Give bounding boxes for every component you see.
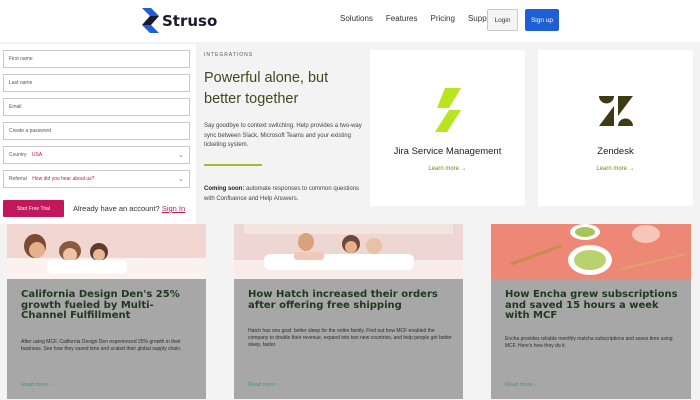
case-study-description: After using MCF, California Design Den e… [21, 339, 182, 352]
family-bed-photo [7, 224, 206, 279]
read-more-link[interactable]: Read more › [505, 382, 536, 388]
case-study-body: California Design Den's 25% growth fuele… [7, 279, 206, 399]
signup-form: First name Last name Email Create a pass… [0, 44, 196, 224]
referral-value: How did you hear about us? [32, 176, 95, 182]
account-prompt-text: Already have an account? [73, 204, 160, 213]
nav-solutions[interactable]: Solutions [340, 14, 373, 23]
signin-link[interactable]: Sign In [162, 204, 185, 213]
matcha-photo [491, 224, 691, 279]
nav-pricing[interactable]: Pricing [431, 14, 455, 23]
case-study-body: How Encha grew subscriptions and saved 1… [491, 279, 691, 399]
section-paragraph: Say goodbye to context switching. Help p… [204, 123, 362, 148]
case-study-card[interactable]: California Design Den's 25% growth fuele… [7, 224, 206, 399]
nav-features[interactable]: Features [386, 14, 418, 23]
jira-icon [370, 88, 525, 132]
signup-button[interactable]: Sign up [525, 9, 559, 31]
case-study-title: California Design Den's 25% growth fuele… [21, 289, 180, 321]
main-nav: Solutions Features Pricing Support [340, 14, 509, 23]
logo-text: Struso [162, 12, 218, 30]
coming-soon-label: Coming soon: [204, 186, 245, 192]
signin-prompt: Already have an account? Sign In [73, 204, 185, 213]
accent-divider [204, 164, 262, 166]
referral-select[interactable]: Referral How did you hear about us? ⌄ [3, 170, 190, 188]
learn-more-link[interactable]: Learn more → [538, 166, 693, 172]
top-navbar: Struso Solutions Features Pricing Suppor… [0, 0, 700, 42]
integration-card-jira[interactable]: Jira Service Management Learn more → [370, 50, 525, 206]
read-more-link[interactable]: Read more › [248, 382, 279, 388]
learn-more-link[interactable]: Learn more → [370, 166, 525, 172]
chevron-down-icon: ⌄ [178, 176, 184, 183]
case-study-title: How Encha grew subscriptions and saved 1… [505, 289, 678, 321]
logo-icon [142, 8, 159, 33]
last-name-input[interactable]: Last name [3, 74, 190, 92]
country-value: USA [31, 152, 43, 158]
coming-soon-text: Coming soon: automate responses to commo… [204, 185, 364, 204]
case-study-title: How Hatch increased their orders after o… [248, 289, 438, 311]
logo[interactable]: Struso [142, 8, 217, 34]
first-name-input[interactable]: First name [3, 50, 190, 68]
family-bed-photo [234, 224, 463, 279]
country-label: Country [9, 152, 27, 158]
integrations-section: INTEGRATIONS Powerful alone, but better … [196, 44, 368, 224]
case-study-body: How Hatch increased their orders after o… [234, 279, 463, 399]
start-trial-button[interactable]: Start Free Trial [3, 200, 64, 217]
zendesk-icon [538, 88, 693, 132]
integration-name: Zendesk [597, 146, 634, 157]
country-select[interactable]: Country USA ⌄ [3, 146, 190, 164]
read-more-link[interactable]: Read more › [21, 382, 52, 388]
section-headline: Powerful alone, but better together [204, 70, 329, 107]
case-study-card[interactable]: How Hatch increased their orders after o… [234, 224, 463, 399]
integration-name: Jira Service Management [393, 146, 502, 157]
case-study-description: Hatch has one goal: better sleep for the… [248, 328, 452, 348]
case-study-card[interactable]: How Encha grew subscriptions and saved 1… [491, 224, 691, 399]
section-eyebrow: INTEGRATIONS [204, 52, 254, 58]
case-study-description: Encha provides reliable monthly matcha s… [505, 336, 673, 349]
password-input[interactable]: Create a password [3, 122, 190, 140]
email-input[interactable]: Email [3, 98, 190, 116]
login-button[interactable]: Login [487, 9, 518, 31]
integration-card-zendesk[interactable]: Zendesk Learn more → [538, 50, 693, 206]
referral-label: Referral [9, 176, 27, 182]
chevron-down-icon: ⌄ [178, 152, 184, 159]
